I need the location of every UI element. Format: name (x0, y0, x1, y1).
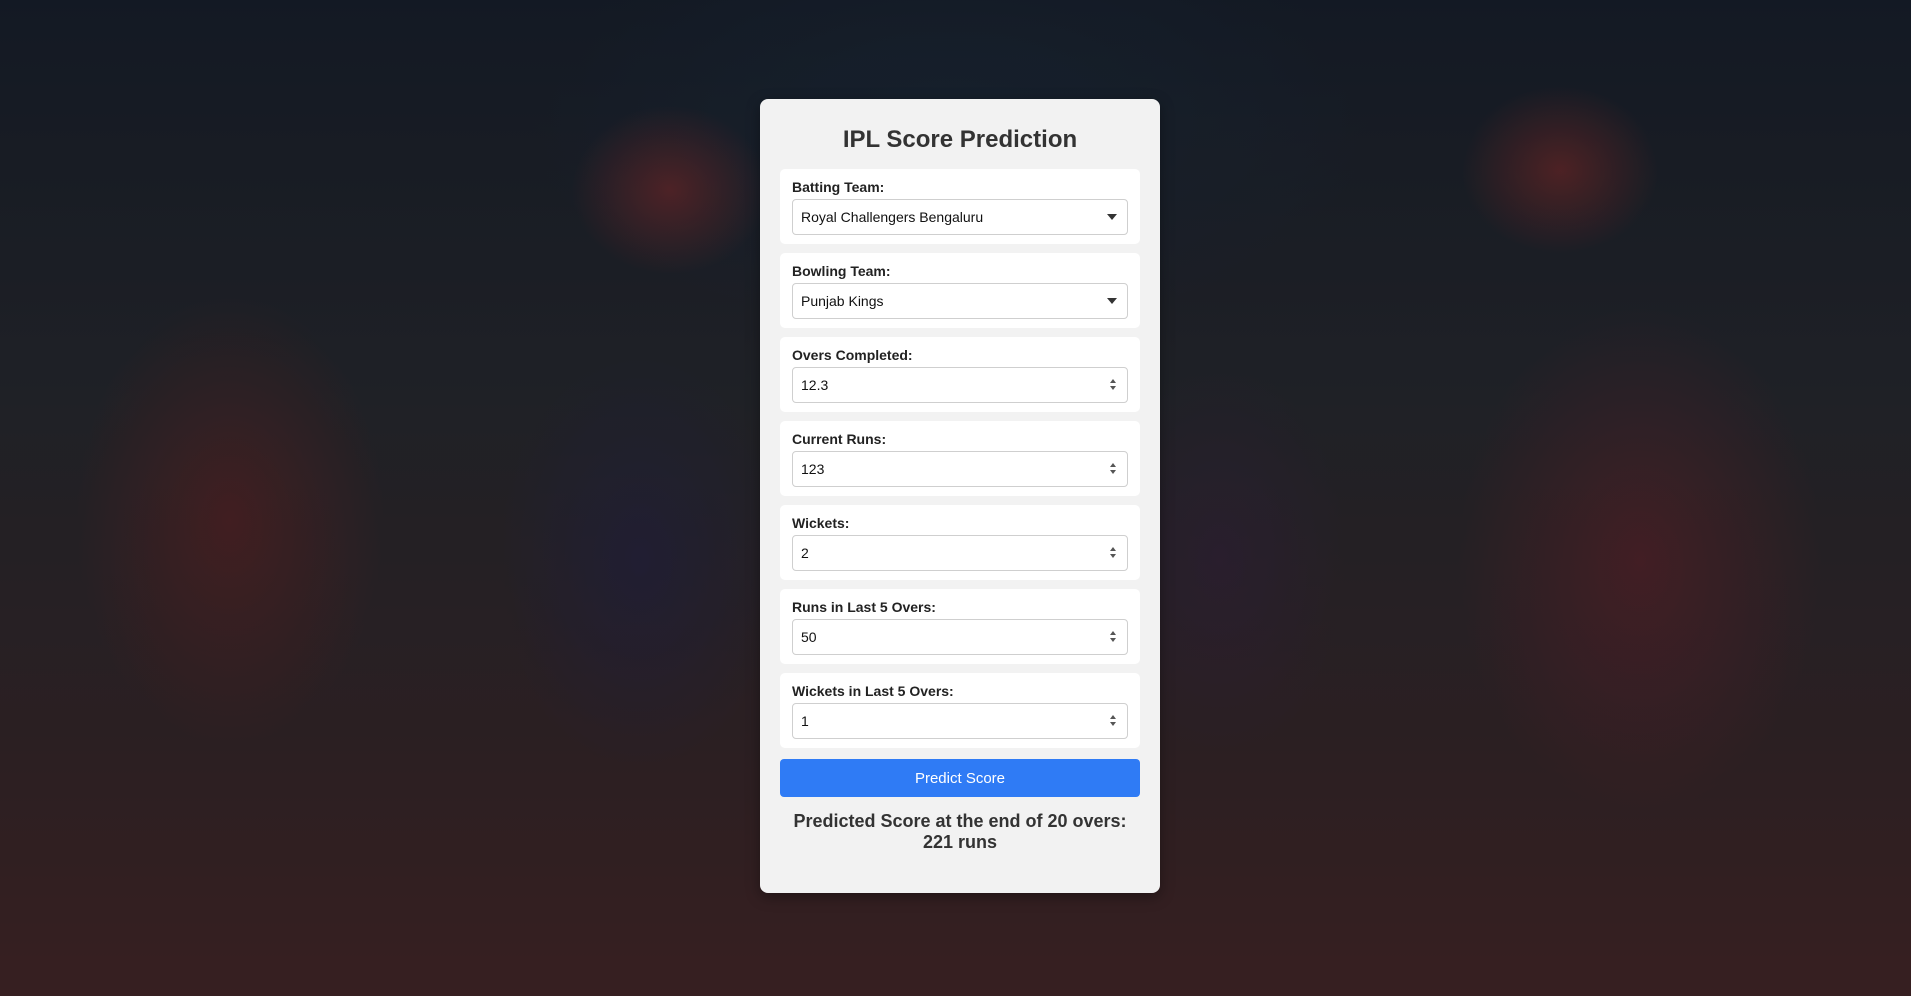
runs-last-5-label: Runs in Last 5 Overs: (792, 599, 936, 615)
page-title: IPL Score Prediction (842, 126, 1078, 153)
bowling-team-value: Punjab Kings (801, 293, 884, 309)
batting-team-value: Royal Challengers Bengaluru (801, 209, 984, 225)
predict-score-button[interactable]: Predict Score (780, 759, 1140, 797)
wickets-last-5-group: Wickets in Last 5 Overs: 1 (780, 673, 1140, 748)
batting-team-select[interactable]: Royal Challengers Bengaluru (792, 199, 1128, 235)
spinner-icon[interactable] (1109, 629, 1117, 645)
prediction-card: IPL Score Prediction Batting Team: Royal… (760, 99, 1160, 893)
current-runs-input[interactable]: 123 (792, 451, 1128, 487)
overs-completed-input[interactable]: 12.3 (792, 367, 1128, 403)
wickets-group: Wickets: 2 (780, 505, 1140, 580)
current-runs-value: 123 (801, 461, 825, 477)
wickets-label: Wickets: (792, 515, 850, 531)
overs-completed-value: 12.3 (801, 377, 829, 393)
current-runs-label: Current Runs: (792, 431, 887, 447)
spinner-icon[interactable] (1109, 713, 1117, 729)
bowling-team-label: Bowling Team: (792, 263, 891, 279)
prediction-result: Predicted Score at the end of 20 overs: … (793, 811, 1127, 852)
runs-last-5-input[interactable]: 50 (792, 619, 1128, 655)
bowling-team-group: Bowling Team: Punjab Kings (780, 253, 1140, 328)
batting-team-group: Batting Team: Royal Challengers Bengalur… (780, 169, 1140, 244)
spinner-icon[interactable] (1109, 377, 1117, 393)
runs-last-5-value: 50 (801, 629, 817, 645)
wickets-last-5-input[interactable]: 1 (792, 703, 1128, 739)
batting-team-label: Batting Team: (792, 179, 885, 195)
runs-last-5-group: Runs in Last 5 Overs: 50 (780, 589, 1140, 664)
wickets-input[interactable]: 2 (792, 535, 1128, 571)
spinner-icon[interactable] (1109, 545, 1117, 561)
wickets-last-5-label: Wickets in Last 5 Overs: (792, 683, 954, 699)
wickets-last-5-value: 1 (801, 713, 809, 729)
chevron-down-icon (1107, 214, 1117, 220)
bowling-team-select[interactable]: Punjab Kings (792, 283, 1128, 319)
spinner-icon[interactable] (1109, 461, 1117, 477)
overs-completed-group: Overs Completed: 12.3 (780, 337, 1140, 412)
overs-completed-label: Overs Completed: (792, 347, 913, 363)
current-runs-group: Current Runs: 123 (780, 421, 1140, 496)
chevron-down-icon (1107, 298, 1117, 304)
wickets-value: 2 (801, 545, 809, 561)
